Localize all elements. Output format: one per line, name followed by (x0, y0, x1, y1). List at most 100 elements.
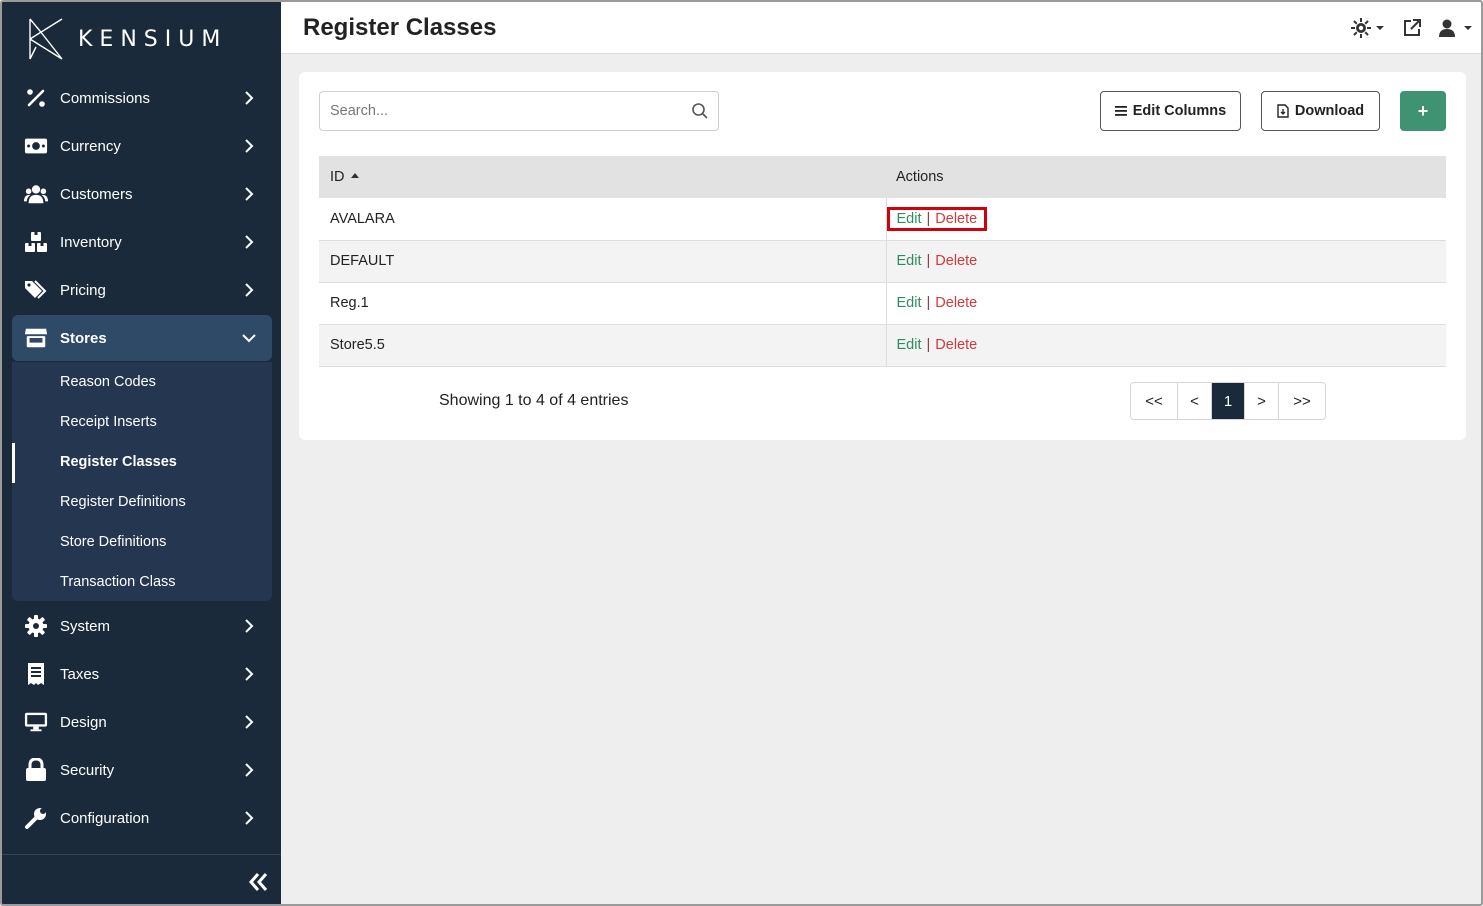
submenu-item-reason-codes[interactable]: Reason Codes (12, 362, 272, 402)
active-item-marker (12, 443, 15, 483)
pager-page-1-button[interactable]: 1 (1212, 383, 1245, 419)
chevron-right-icon (245, 667, 254, 681)
logo-text: KENSIUM (78, 26, 228, 52)
sidebar-item-label: Stores (60, 329, 107, 347)
column-header-actions: Actions (886, 156, 1446, 198)
submenu-item-receipt-inserts[interactable]: Receipt Inserts (12, 402, 272, 442)
store-icon (24, 326, 48, 350)
data-table: ID Actions AVALARA Edit | Delete DEFAULT E… (319, 156, 1446, 367)
top-header: Register Classes (281, 2, 1481, 54)
sidebar-item-configuration[interactable]: Configuration (12, 795, 272, 841)
cell-id: Store5.5 (319, 324, 886, 367)
receipt-icon (24, 662, 48, 686)
search-icon[interactable] (691, 102, 709, 120)
sidebar-divider (2, 854, 281, 855)
theme-menu-button[interactable] (1351, 16, 1385, 40)
sidebar-item-stores[interactable]: Stores (12, 315, 272, 361)
sidebar-item-label: Taxes (60, 665, 100, 683)
delete-link[interactable]: Delete (935, 211, 977, 227)
chevron-right-icon (245, 187, 254, 201)
plus-icon: + (1417, 100, 1429, 121)
table-row: Store5.5 Edit | Delete (319, 324, 1446, 367)
chevron-down-icon (242, 334, 256, 343)
page-title: Register Classes (303, 14, 497, 41)
external-link-icon (1404, 19, 1421, 36)
sidebar-item-taxes[interactable]: Taxes (12, 651, 272, 697)
file-download-icon (1277, 104, 1289, 118)
column-header-id[interactable]: ID (319, 156, 886, 198)
caret-down-icon (1376, 26, 1384, 30)
edit-link[interactable]: Edit (897, 211, 922, 227)
action-separator: | (926, 210, 931, 227)
submenu-item-register-definitions[interactable]: Register Definitions (12, 482, 272, 522)
pager-first-button[interactable]: << (1131, 383, 1178, 419)
cell-actions: Edit | Delete (885, 282, 1446, 325)
sidebar-item-label: Currency (60, 137, 121, 155)
cell-id: Reg.1 (319, 282, 886, 325)
table-row: Reg.1 Edit | Delete (319, 282, 1446, 325)
chevron-right-icon (245, 763, 254, 777)
action-separator: | (926, 295, 931, 311)
edit-columns-button[interactable]: Edit Columns (1100, 91, 1241, 131)
chevron-right-icon (245, 235, 254, 249)
edit-link[interactable]: Edit (897, 337, 922, 353)
sidebar-item-label: Configuration (60, 809, 150, 827)
search-input[interactable] (319, 91, 719, 131)
sort-ascending-icon (350, 172, 359, 178)
tags-icon (24, 278, 48, 302)
sidebar-item-label: Inventory (60, 233, 122, 251)
cell-id: DEFAULT (319, 240, 886, 283)
pager-last-button[interactable]: >> (1279, 383, 1325, 419)
column-header-label: ID (330, 169, 345, 185)
sidebar-item-label: Design (60, 713, 107, 731)
sun-icon (1351, 18, 1371, 38)
submenu-item-store-definitions[interactable]: Store Definitions (12, 522, 272, 562)
sidebar-item-system[interactable]: System (12, 603, 272, 649)
submenu-item-register-classes[interactable]: Register Classes (12, 442, 272, 482)
sidebar-item-label: Commissions (60, 89, 151, 107)
sidebar-item-commissions[interactable]: Commissions (12, 75, 272, 121)
user-menu-button[interactable] (1437, 16, 1473, 40)
cell-actions: Edit | Delete (885, 198, 1446, 241)
money-bill-icon (24, 134, 48, 158)
sidebar-item-customers[interactable]: Customers (12, 171, 272, 217)
open-external-button[interactable] (1402, 16, 1422, 40)
table-header-row: ID Actions (319, 156, 1446, 198)
sidebar-item-design[interactable]: Design (12, 699, 272, 745)
chevron-right-icon (245, 91, 254, 105)
add-button[interactable]: + (1400, 91, 1446, 131)
action-separator: | (926, 337, 931, 353)
sidebar-item-inventory[interactable]: Inventory (12, 219, 272, 265)
delete-link[interactable]: Delete (935, 253, 977, 269)
sidebar-item-label: Pricing (60, 281, 106, 299)
entries-summary: Showing 1 to 4 of 4 entries (439, 392, 629, 409)
percent-icon (24, 86, 48, 110)
wrench-icon (24, 806, 48, 830)
sidebar-item-label: System (60, 617, 111, 635)
gear-icon (24, 614, 48, 638)
kensium-logo-icon (29, 18, 63, 60)
desktop-icon (24, 710, 48, 734)
action-separator: | (926, 253, 931, 269)
lock-icon (24, 758, 48, 782)
download-button[interactable]: Download (1261, 91, 1380, 131)
delete-link[interactable]: Delete (935, 295, 977, 311)
pager-next-button[interactable]: > (1245, 383, 1279, 419)
edit-link[interactable]: Edit (897, 295, 922, 311)
table-row: DEFAULT Edit | Delete (319, 240, 1446, 283)
sidebar-item-pricing[interactable]: Pricing (12, 267, 272, 313)
sidebar-item-security[interactable]: Security (12, 747, 272, 793)
edit-link[interactable]: Edit (897, 253, 922, 269)
submenu-item-transaction-class[interactable]: Transaction Class (12, 562, 272, 602)
collapse-sidebar-icon[interactable] (244, 868, 272, 896)
caret-down-icon (1464, 26, 1472, 30)
sidebar-item-currency[interactable]: Currency (12, 123, 272, 169)
cell-id: AVALARA (319, 198, 886, 241)
pager-prev-button[interactable]: < (1178, 383, 1212, 419)
sidebar-item-label: Security (60, 761, 115, 779)
list-icon (1114, 106, 1127, 116)
logo: KENSIUM (26, 16, 227, 62)
delete-link[interactable]: Delete (935, 337, 977, 353)
sidebar: KENSIUM Commissions Currency Customers I… (2, 2, 281, 904)
cell-actions: Edit | Delete (885, 240, 1446, 283)
